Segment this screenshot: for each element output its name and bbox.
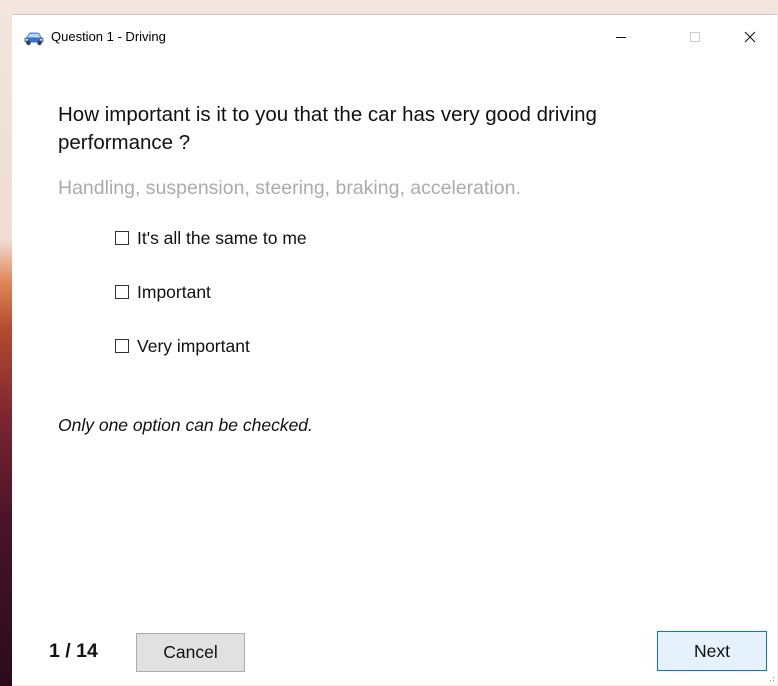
minimize-icon bbox=[616, 37, 626, 38]
resize-grip-icon[interactable] bbox=[769, 677, 775, 683]
close-button[interactable] bbox=[727, 20, 773, 54]
question-text: How important is it to you that the car … bbox=[58, 103, 597, 154]
car-icon bbox=[24, 32, 44, 46]
option-label: Very important bbox=[137, 336, 250, 356]
dialog-window: Question 1 - Driving How important is it… bbox=[12, 14, 777, 685]
desktop-wallpaper bbox=[0, 0, 12, 686]
option-important[interactable]: Important bbox=[115, 281, 211, 303]
maximize-button[interactable] bbox=[672, 20, 718, 54]
title-bar[interactable]: Question 1 - Driving bbox=[12, 15, 777, 59]
hint-text: Only one option can be checked. bbox=[58, 415, 313, 435]
cancel-button[interactable]: Cancel bbox=[136, 633, 245, 672]
close-icon bbox=[744, 31, 756, 43]
option-label: Important bbox=[137, 282, 211, 302]
next-button[interactable]: Next bbox=[657, 631, 767, 671]
checkbox[interactable] bbox=[115, 231, 129, 245]
option-very-important[interactable]: Very important bbox=[115, 335, 250, 357]
question-subtitle: Handling, suspension, steering, braking,… bbox=[58, 177, 521, 199]
checkbox[interactable] bbox=[115, 339, 129, 353]
option-label: It's all the same to me bbox=[137, 228, 307, 248]
checkbox[interactable] bbox=[115, 285, 129, 299]
question-counter: 1 / 14 bbox=[49, 640, 98, 662]
minimize-button[interactable] bbox=[598, 20, 644, 54]
option-all-the-same[interactable]: It's all the same to me bbox=[115, 227, 307, 249]
window-title: Question 1 - Driving bbox=[51, 29, 166, 44]
maximize-icon bbox=[690, 32, 700, 42]
